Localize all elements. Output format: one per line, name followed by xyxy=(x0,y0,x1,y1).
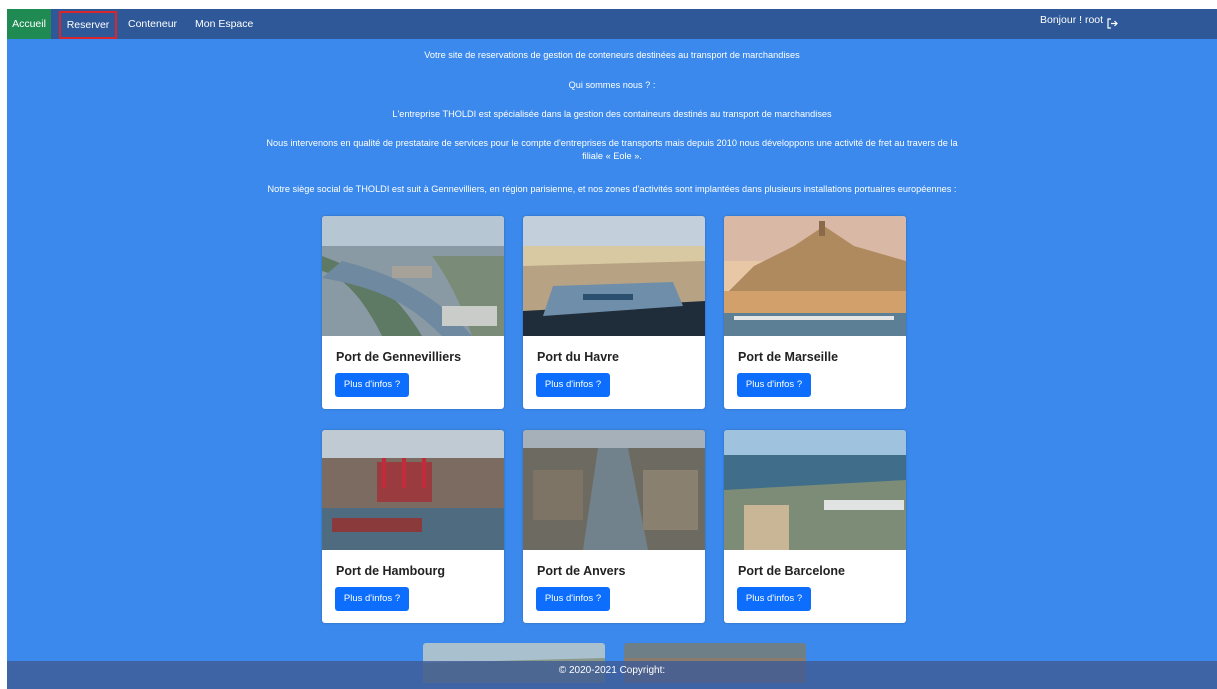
nav-mon-espace[interactable]: Mon Espace xyxy=(195,9,253,39)
footer: © 2020-2021 Copyright: xyxy=(7,661,1217,689)
greeting-text: Bonjour ! root xyxy=(1040,14,1104,26)
port-anvers-image xyxy=(523,430,705,550)
card-title: Port de Hambourg xyxy=(336,564,446,578)
card-port-marseille: Port de Marseille Plus d'infos ? xyxy=(724,216,906,409)
card-port-hambourg: Port de Hambourg Plus d'infos ? xyxy=(322,430,504,623)
card-port-barcelone: Port de Barcelone Plus d'infos ? xyxy=(724,430,906,623)
intro-line-5: Notre siège social de THOLDI est suit à … xyxy=(267,184,957,194)
nav-reserver[interactable]: Reserver xyxy=(59,11,117,39)
plus-infos-button[interactable]: Plus d'infos ? xyxy=(335,587,409,611)
card-port-havre: Port du Havre Plus d'infos ? xyxy=(523,216,705,409)
card-port-gennevilliers: Port de Gennevilliers Plus d'infos ? xyxy=(322,216,504,409)
plus-infos-button[interactable]: Plus d'infos ? xyxy=(737,587,811,611)
card-title: Port de Marseille xyxy=(738,350,839,364)
intro-line-2: Qui sommes nous ? : xyxy=(568,80,656,90)
plus-infos-button[interactable]: Plus d'infos ? xyxy=(335,373,409,397)
intro-line-1: Votre site de reservations de gestion de… xyxy=(424,50,800,60)
footer-copyright: © 2020-2021 Copyright: xyxy=(558,665,666,676)
logout-icon[interactable] xyxy=(1107,15,1118,29)
port-marseille-image xyxy=(724,216,906,336)
nav-conteneur[interactable]: Conteneur xyxy=(128,9,177,39)
nav-accueil[interactable]: Accueil xyxy=(7,9,51,39)
plus-infos-button[interactable]: Plus d'infos ? xyxy=(737,373,811,397)
card-title: Port de Gennevilliers xyxy=(336,350,462,364)
intro-line-3: L'entreprise THOLDI est spécialisée dans… xyxy=(392,109,832,119)
card-title: Port de Anvers xyxy=(537,564,626,578)
port-havre-image xyxy=(523,216,705,336)
plus-infos-button[interactable]: Plus d'infos ? xyxy=(536,587,610,611)
port-gennevilliers-image xyxy=(322,216,504,336)
port-hambourg-image xyxy=(322,430,504,550)
user-greeting[interactable]: Bonjour ! root xyxy=(1040,9,1118,31)
card-port-anvers: Port de Anvers Plus d'infos ? xyxy=(523,430,705,623)
navbar: Accueil Reserver Conteneur Mon Espace Bo… xyxy=(7,9,1217,39)
page: Accueil Reserver Conteneur Mon Espace Bo… xyxy=(7,9,1217,689)
port-barcelone-image xyxy=(724,430,906,550)
card-title: Port de Barcelone xyxy=(738,564,845,578)
plus-infos-button[interactable]: Plus d'infos ? xyxy=(536,373,610,397)
intro-line-4: Nous intervenons en qualité de prestatai… xyxy=(266,138,958,161)
card-title: Port du Havre xyxy=(537,350,619,364)
